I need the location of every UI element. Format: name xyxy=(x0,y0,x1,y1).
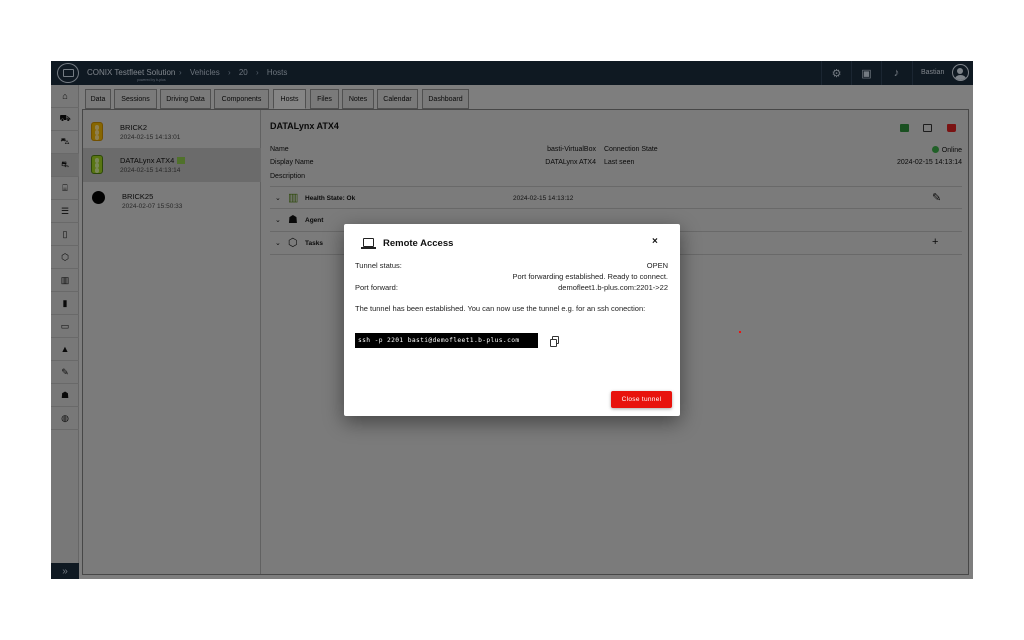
tunnel-note: The tunnel has been established. You can… xyxy=(355,304,646,313)
tunnel-status-label: Tunnel status: xyxy=(355,261,402,270)
copy-icon[interactable] xyxy=(550,336,559,347)
tunnel-status-value: OPEN xyxy=(646,261,668,270)
cursor-dot xyxy=(739,331,741,333)
laptop-icon xyxy=(361,238,376,249)
port-forward-value: demofleet1.b-plus.com:2201->22 xyxy=(558,283,668,292)
close-tunnel-button[interactable]: Close tunnel xyxy=(611,391,672,408)
dialog-title: Remote Access xyxy=(383,238,454,249)
port-forward-label: Port forward: xyxy=(355,283,398,292)
close-icon[interactable]: × xyxy=(652,236,658,247)
tunnel-status-message: Port forwarding established. Ready to co… xyxy=(512,272,668,281)
ssh-command[interactable]: ssh -p 2201 basti@demofleet1.b-plus.com xyxy=(355,333,538,348)
remote-access-dialog: Remote Access × Tunnel status: OPEN Port… xyxy=(344,224,680,416)
